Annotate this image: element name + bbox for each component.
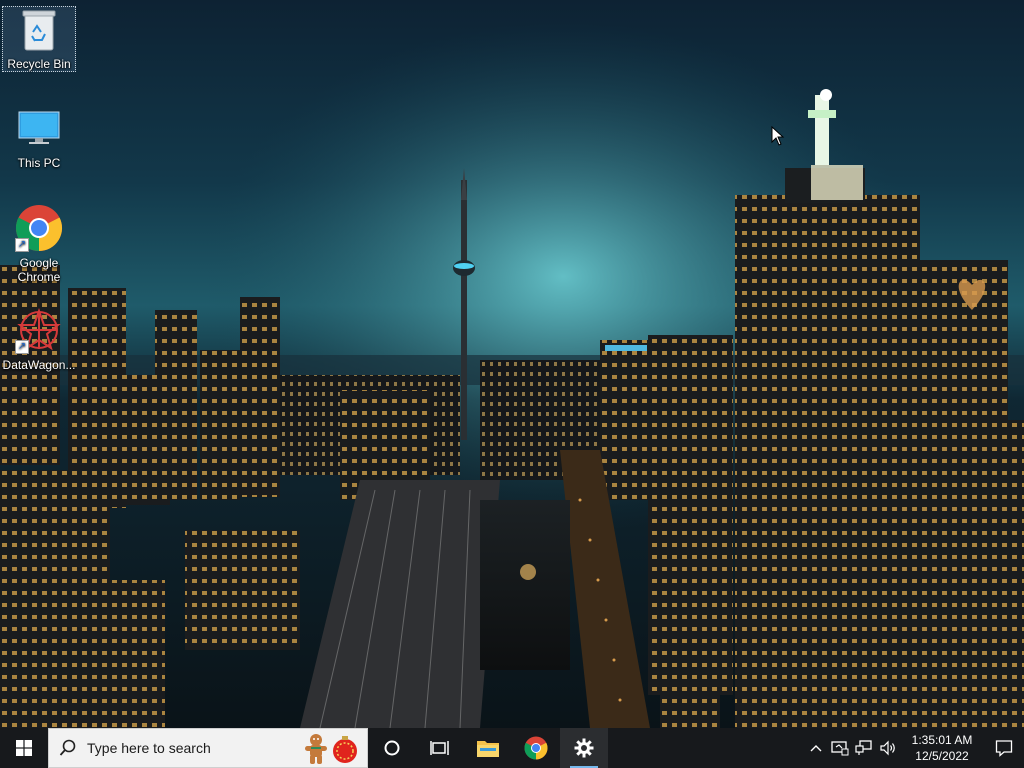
file-explorer-button[interactable] bbox=[464, 728, 512, 768]
desktop[interactable]: Recycle Bin This PC ↗ Google Chrome ↗ Da… bbox=[0, 0, 1024, 728]
action-center-button[interactable] bbox=[984, 728, 1024, 768]
datawagon-shortcut[interactable]: ↗ DataWagon... bbox=[2, 306, 76, 372]
search-placeholder: Type here to search bbox=[87, 740, 211, 756]
gingerbread-icon bbox=[305, 734, 327, 764]
shortcut-arrow-icon: ↗ bbox=[15, 340, 29, 354]
display-settings-icon bbox=[831, 741, 849, 756]
this-pc-shortcut[interactable]: This PC bbox=[2, 104, 76, 170]
chrome-icon bbox=[524, 736, 548, 760]
clock[interactable]: 1:35:01 AM 12/5/2022 bbox=[906, 732, 978, 764]
google-chrome-label: Google Chrome bbox=[17, 256, 61, 284]
search-highlight-doodle[interactable] bbox=[303, 733, 359, 765]
chevron-up-icon bbox=[810, 745, 822, 752]
search-icon bbox=[49, 739, 87, 757]
this-pc-label: This PC bbox=[17, 156, 61, 170]
recycle-bin-shortcut[interactable]: Recycle Bin bbox=[2, 6, 76, 72]
notification-icon bbox=[995, 740, 1013, 757]
clock-time: 1:35:01 AM bbox=[911, 733, 973, 747]
show-hidden-icons-button[interactable] bbox=[804, 728, 828, 768]
recycle-bin-label: Recycle Bin bbox=[7, 57, 71, 71]
network-button[interactable] bbox=[852, 728, 876, 768]
windows-logo-icon bbox=[16, 740, 32, 756]
recycle-bin-icon bbox=[15, 7, 63, 53]
google-chrome-shortcut[interactable]: ↗ Google Chrome bbox=[2, 204, 76, 284]
mouse-cursor-icon bbox=[771, 125, 785, 151]
volume-button[interactable] bbox=[876, 728, 900, 768]
wallpaper-city-skyline bbox=[0, 0, 1024, 728]
start-button[interactable] bbox=[0, 728, 48, 768]
tray-app-button[interactable] bbox=[828, 728, 852, 768]
settings-taskbar-button[interactable] bbox=[560, 728, 608, 768]
datawagon-label: DataWagon... bbox=[2, 358, 76, 372]
ornament-icon bbox=[333, 736, 357, 763]
datawagon-icon: ↗ bbox=[15, 306, 63, 354]
cortana-icon bbox=[384, 740, 400, 756]
network-icon bbox=[855, 740, 872, 755]
chrome-taskbar-button[interactable] bbox=[512, 728, 560, 768]
settings-icon bbox=[574, 738, 594, 758]
task-view-icon bbox=[430, 741, 449, 755]
taskbar: Type here to search 1:35:01 AM 12/5/2022 bbox=[0, 728, 1024, 768]
clock-date: 12/5/2022 bbox=[915, 749, 969, 763]
chrome-icon: ↗ bbox=[15, 204, 63, 252]
system-tray: 1:35:01 AM 12/5/2022 bbox=[804, 728, 1024, 768]
taskbar-search-box[interactable]: Type here to search bbox=[48, 728, 368, 768]
shortcut-arrow-icon: ↗ bbox=[15, 238, 29, 252]
task-view-button[interactable] bbox=[416, 728, 464, 768]
file-explorer-icon bbox=[477, 741, 499, 757]
speaker-icon bbox=[880, 740, 895, 756]
monitor-icon bbox=[15, 104, 63, 152]
cortana-button[interactable] bbox=[368, 728, 416, 768]
